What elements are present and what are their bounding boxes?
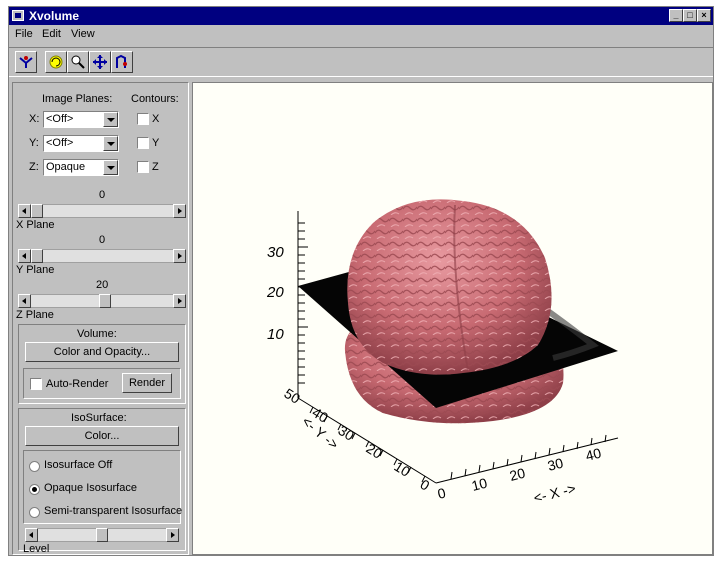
y-plane-slider[interactable] bbox=[18, 249, 186, 263]
xvolume-window: Xvolume _ □ × File Edit View Image Plane… bbox=[8, 6, 714, 556]
z-plane-mode-select[interactable]: Opaque bbox=[43, 159, 119, 176]
close-button[interactable]: × bbox=[697, 9, 711, 22]
x-plane-value: 0 bbox=[99, 189, 106, 201]
volume-header: Volume: bbox=[77, 328, 117, 340]
z-contour-checkbox[interactable] bbox=[137, 161, 149, 173]
scroll-left-icon[interactable] bbox=[18, 249, 31, 263]
y-plane-value: 0 bbox=[99, 234, 106, 246]
semi-transparent-isosurface-radio[interactable] bbox=[29, 507, 40, 518]
opaque-isosurface-radio[interactable] bbox=[29, 484, 40, 495]
menu-bar: File Edit View bbox=[9, 26, 713, 44]
menu-view[interactable]: View bbox=[71, 28, 95, 40]
auto-render-label: Auto-Render bbox=[46, 378, 109, 390]
isosurface-header: IsoSurface: bbox=[71, 412, 127, 424]
z-plane-label: Z Plane bbox=[16, 309, 54, 321]
title-bar[interactable]: Xvolume _ □ × bbox=[9, 7, 713, 25]
z-tick-20: 20 bbox=[266, 284, 284, 301]
z-plane-axis-label: Z: bbox=[29, 161, 39, 173]
zoom-icon bbox=[71, 55, 85, 69]
x-plane-axis-label: X: bbox=[29, 113, 40, 125]
control-panel: Image Planes: Contours: X: <Off> X Y: <O… bbox=[12, 82, 189, 555]
render-canvas[interactable]: 30 20 10 50 40 30 20 10 0 0 10 20 30 40 … bbox=[192, 82, 713, 555]
menu-file[interactable]: File bbox=[15, 28, 33, 40]
z-plane-slider-thumb[interactable] bbox=[99, 294, 111, 308]
z-tick-10: 10 bbox=[267, 326, 284, 343]
x-plane-mode-value: <Off> bbox=[46, 113, 74, 125]
menu-edit[interactable]: Edit bbox=[42, 28, 61, 40]
window-title: Xvolume bbox=[29, 9, 80, 23]
isosurface-color-button[interactable]: Color... bbox=[25, 426, 179, 446]
rotate-tool-button[interactable] bbox=[45, 51, 67, 73]
y-contour-label: Y bbox=[152, 137, 160, 149]
scroll-right-icon[interactable] bbox=[166, 528, 179, 542]
x-tick-40: 40 bbox=[584, 445, 603, 464]
y-plane-mode-value: <Off> bbox=[46, 137, 74, 149]
chevron-down-icon[interactable] bbox=[103, 160, 118, 175]
color-opacity-button[interactable]: Color and Opacity... bbox=[25, 342, 179, 362]
y-tick-10: 10 bbox=[391, 458, 413, 480]
x-plane-slider[interactable] bbox=[18, 204, 186, 218]
x-plane-slider-thumb[interactable] bbox=[31, 204, 43, 218]
semi-transparent-isosurface-label: Semi-transparent Isosurface bbox=[44, 505, 183, 517]
x-axis-title: <- X -> bbox=[532, 480, 577, 506]
x-plane-label: X Plane bbox=[16, 219, 55, 231]
isosurface-upper bbox=[347, 199, 552, 375]
x-tick-10: 10 bbox=[470, 475, 489, 494]
app-icon[interactable] bbox=[12, 10, 24, 21]
opaque-isosurface-label: Opaque Isosurface bbox=[44, 482, 137, 494]
pick-icon bbox=[116, 54, 127, 68]
chevron-down-icon[interactable] bbox=[103, 136, 118, 151]
auto-render-checkbox[interactable] bbox=[30, 378, 42, 390]
x-tick-20: 20 bbox=[508, 465, 527, 484]
level-slider-thumb[interactable] bbox=[96, 528, 108, 542]
z-contour-label: Z bbox=[152, 161, 159, 173]
isosurface-off-radio[interactable] bbox=[29, 461, 40, 472]
z-plane-mode-value: Opaque bbox=[46, 161, 86, 173]
chevron-down-icon[interactable] bbox=[103, 112, 118, 127]
isosurface-mode-subgroup: Isosurface Off Opaque Isosurface Semi-tr… bbox=[23, 450, 183, 524]
level-slider[interactable] bbox=[25, 528, 179, 542]
x-contour-label: X bbox=[152, 113, 160, 125]
zoom-tool-button[interactable] bbox=[67, 51, 89, 73]
toolbar bbox=[9, 47, 713, 77]
y-plane-mode-select[interactable]: <Off> bbox=[43, 135, 119, 152]
z-tick-30: 30 bbox=[267, 244, 284, 261]
scroll-right-icon[interactable] bbox=[173, 249, 186, 263]
rotate-icon bbox=[49, 55, 63, 69]
z-plane-slider[interactable] bbox=[18, 294, 186, 308]
render-button[interactable]: Render bbox=[122, 373, 172, 393]
scroll-left-icon[interactable] bbox=[18, 204, 31, 218]
minimize-button[interactable]: _ bbox=[669, 9, 683, 22]
x-contour-checkbox[interactable] bbox=[137, 113, 149, 125]
y-tick-50: 50 bbox=[281, 385, 303, 407]
pan-icon bbox=[93, 55, 107, 69]
isosurface-group: IsoSurface: Color... Isosurface Off Opaq… bbox=[18, 408, 186, 555]
volume-plot: 30 20 10 50 40 30 20 10 0 0 10 20 30 40 … bbox=[266, 199, 619, 506]
x-tick-0: 0 bbox=[436, 484, 448, 501]
y-contour-checkbox[interactable] bbox=[137, 137, 149, 149]
y-plane-label: Y Plane bbox=[16, 264, 55, 276]
pan-tool-button[interactable] bbox=[89, 51, 111, 73]
volume-group: Volume: Color and Opacity... Auto-Render… bbox=[18, 324, 186, 404]
y-tick-0: 0 bbox=[417, 476, 432, 494]
scroll-left-icon[interactable] bbox=[25, 528, 38, 542]
volume-tool-button[interactable] bbox=[15, 51, 37, 73]
z-plane-value: 20 bbox=[96, 279, 109, 291]
scroll-left-icon[interactable] bbox=[18, 294, 31, 308]
y-tick-20: 20 bbox=[363, 440, 385, 462]
scroll-right-icon[interactable] bbox=[173, 204, 186, 218]
scroll-right-icon[interactable] bbox=[173, 294, 186, 308]
y-plane-axis-label: Y: bbox=[29, 137, 39, 149]
isosurface-off-label: Isosurface Off bbox=[44, 459, 113, 471]
x-tick-30: 30 bbox=[546, 455, 565, 474]
maximize-button[interactable]: □ bbox=[683, 9, 697, 22]
level-label: Level bbox=[23, 543, 50, 555]
contours-header: Contours: bbox=[131, 93, 179, 105]
y-plane-slider-thumb[interactable] bbox=[31, 249, 43, 263]
image-planes-header: Image Planes: bbox=[42, 93, 113, 105]
volume-icon bbox=[19, 56, 33, 68]
render-subgroup: Auto-Render Render bbox=[23, 368, 181, 399]
x-plane-mode-select[interactable]: <Off> bbox=[43, 111, 119, 128]
pick-tool-button[interactable] bbox=[111, 51, 133, 73]
